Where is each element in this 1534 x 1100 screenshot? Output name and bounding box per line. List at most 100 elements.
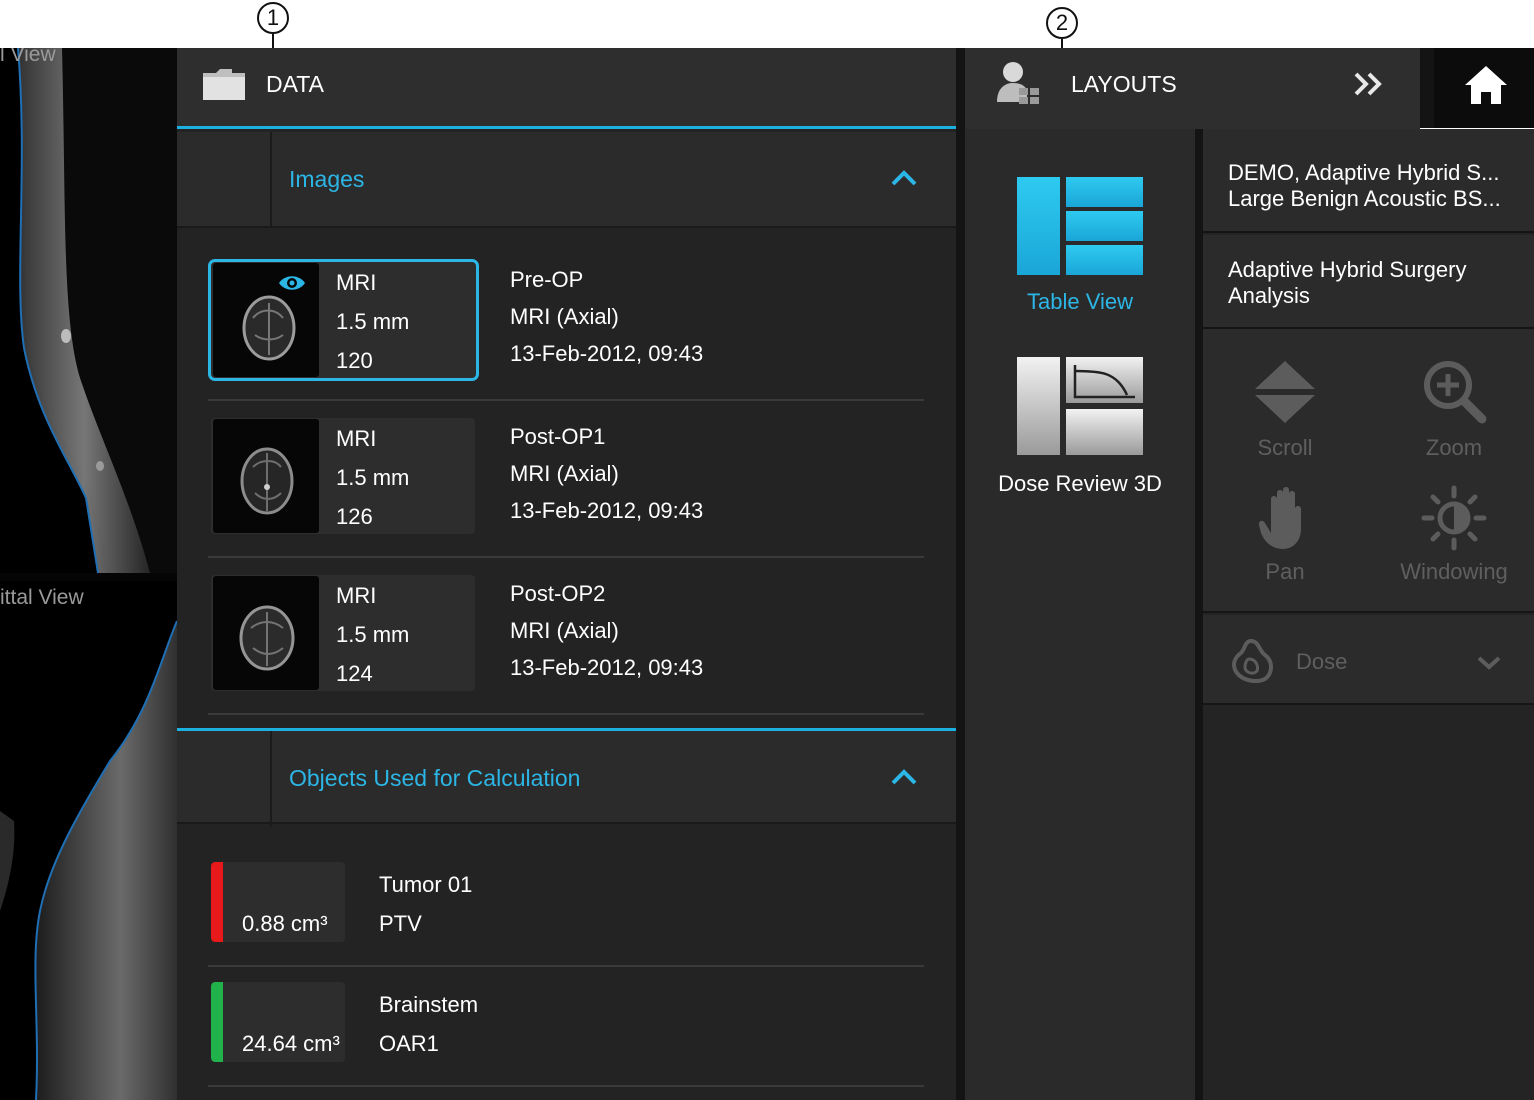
image-meta: MRI 1.5 mm 126 bbox=[336, 419, 409, 536]
windowing-tool[interactable]: Windowing bbox=[1374, 485, 1534, 595]
layout-label: Dose Review 3D bbox=[998, 471, 1162, 496]
analysis-title-line1: Adaptive Hybrid Surgery bbox=[1228, 257, 1467, 282]
object-volume: 24.64 cm³ bbox=[242, 1031, 340, 1056]
image-datetime: 13-Feb-2012, 09:43 bbox=[510, 341, 704, 366]
image-name: Pre-OP bbox=[510, 267, 584, 292]
eye-icon[interactable] bbox=[277, 272, 307, 294]
viewport-top-label: l View bbox=[0, 48, 56, 66]
header-gap bbox=[1420, 48, 1434, 128]
viewport-bottom[interactable]: ittal View bbox=[0, 581, 177, 1100]
image-series: MRI (Axial) bbox=[510, 618, 619, 643]
object-name: Brainstem bbox=[379, 992, 479, 1017]
image-name: Post-OP1 bbox=[510, 424, 606, 449]
windowing-sun-icon bbox=[1421, 485, 1487, 551]
double-chevron-right-icon[interactable] bbox=[1352, 70, 1386, 98]
zoom-label: Zoom bbox=[1425, 435, 1483, 460]
chevron-up-icon[interactable] bbox=[890, 767, 918, 787]
image-card[interactable]: MRI 1.5 mm 126 bbox=[211, 418, 475, 534]
chevron-up-icon[interactable] bbox=[890, 168, 918, 188]
brain-thumbnail bbox=[213, 263, 319, 377]
slice-count-text: 120 bbox=[336, 348, 373, 373]
object-description: Brainstem OAR1 bbox=[379, 985, 478, 1063]
images-section-title: Images bbox=[289, 166, 365, 192]
slice-thickness-text: 1.5 mm bbox=[336, 465, 410, 490]
pan-label: Pan bbox=[1265, 559, 1305, 584]
layouts-user-icon bbox=[997, 62, 1039, 104]
object-card[interactable]: 24.64 cm³ bbox=[211, 982, 345, 1062]
patient-case: Large Benign Acoustic BS... bbox=[1228, 186, 1501, 211]
dose-dropdown[interactable]: Dose bbox=[1203, 615, 1534, 705]
layouts-panel-header: LAYOUTS bbox=[965, 48, 1420, 129]
object-color-indicator bbox=[211, 982, 223, 1062]
layout-table-view[interactable]: Table View bbox=[965, 129, 1195, 329]
home-icon bbox=[1465, 66, 1507, 104]
scroll-tool[interactable]: Scroll bbox=[1205, 359, 1365, 469]
image-card-selected[interactable]: MRI 1.5 mm 120 bbox=[208, 259, 479, 381]
image-meta: MRI 1.5 mm 120 bbox=[336, 263, 409, 380]
callout-1: 1 bbox=[257, 2, 289, 34]
pan-hand-icon bbox=[1258, 487, 1301, 549]
modality-text: MRI bbox=[336, 270, 377, 295]
images-section-header[interactable]: Images bbox=[177, 132, 956, 228]
object-name: Tumor 01 bbox=[379, 872, 473, 897]
mri-sagittal-image bbox=[0, 620, 177, 1100]
home-button[interactable] bbox=[1434, 48, 1534, 128]
image-list-item[interactable]: MRI 1.5 mm 124 Post-OP2 MRI (Axial) 13-F… bbox=[208, 558, 924, 715]
modality-text: MRI bbox=[336, 426, 377, 451]
zoom-tool[interactable]: Zoom bbox=[1374, 359, 1534, 469]
objects-section-title: Objects Used for Calculation bbox=[289, 765, 581, 791]
dose-shape-icon bbox=[1232, 638, 1273, 683]
panel-divider bbox=[956, 48, 965, 1100]
image-description: Post-OP1 MRI (Axial) 13-Feb-2012, 09:43 bbox=[510, 418, 703, 529]
image-description: Post-OP2 MRI (Axial) 13-Feb-2012, 09:43 bbox=[510, 575, 703, 686]
objects-section-header[interactable]: Objects Used for Calculation bbox=[177, 728, 956, 827]
image-series: MRI (Axial) bbox=[510, 461, 619, 486]
image-card[interactable]: MRI 1.5 mm 124 bbox=[211, 575, 475, 691]
layout-dose-review-3d[interactable]: Dose Review 3D bbox=[965, 349, 1195, 509]
dose-review-layout-icon bbox=[1017, 357, 1143, 455]
zoom-in-icon bbox=[1424, 361, 1487, 424]
object-type: PTV bbox=[379, 911, 422, 936]
object-card[interactable]: 0.88 cm³ bbox=[211, 862, 345, 942]
modality-text: MRI bbox=[336, 583, 377, 608]
folder-icon bbox=[203, 69, 245, 100]
image-meta: MRI 1.5 mm 124 bbox=[336, 576, 409, 693]
viewport-top[interactable]: l View bbox=[0, 48, 177, 573]
data-panel: DATA Images MRI 1.5 mm 120 Pre-OP MRI (A… bbox=[177, 48, 956, 1100]
dose-label: Dose bbox=[1296, 649, 1348, 674]
context-panel: DEMO, Adaptive Hybrid S... Large Benign … bbox=[1203, 129, 1534, 1100]
column-gap bbox=[1195, 129, 1203, 1100]
callout-strip: 1 2 bbox=[0, 0, 1534, 79]
callout-2: 2 bbox=[1046, 7, 1078, 39]
brain-thumbnail bbox=[213, 419, 319, 533]
mri-slice-image bbox=[17, 48, 177, 573]
object-type: OAR1 bbox=[379, 1031, 439, 1056]
image-viewer[interactable]: l View ittal View bbox=[0, 48, 177, 1100]
section-gutter bbox=[177, 132, 272, 228]
image-list-item[interactable]: MRI 1.5 mm 126 Post-OP1 MRI (Axial) 13-F… bbox=[208, 401, 924, 558]
table-view-layout-icon bbox=[1017, 177, 1143, 275]
scroll-icon bbox=[1255, 361, 1315, 423]
image-name: Post-OP2 bbox=[510, 581, 606, 606]
slice-thickness-text: 1.5 mm bbox=[336, 309, 410, 334]
layout-label: Table View bbox=[1027, 289, 1133, 314]
object-description: Tumor 01 PTV bbox=[379, 865, 472, 943]
image-datetime: 13-Feb-2012, 09:43 bbox=[510, 655, 704, 680]
object-color-indicator bbox=[211, 862, 223, 942]
layouts-list: Table View Dose Review 3D bbox=[965, 129, 1195, 1100]
analysis-title-line2: Analysis bbox=[1228, 283, 1310, 308]
analysis-info[interactable]: Adaptive Hybrid Surgery Analysis bbox=[1203, 235, 1534, 329]
pan-tool[interactable]: Pan bbox=[1205, 485, 1365, 595]
tools-panel: Scroll Zoom Pan Windowing bbox=[1203, 329, 1534, 613]
object-volume: 0.88 cm³ bbox=[242, 911, 328, 936]
scroll-label: Scroll bbox=[1257, 435, 1313, 460]
data-panel-header: DATA bbox=[177, 48, 956, 129]
image-datetime: 13-Feb-2012, 09:43 bbox=[510, 498, 704, 523]
object-list-item[interactable]: 0.88 cm³ Tumor 01 PTV bbox=[208, 847, 924, 967]
chevron-down-icon bbox=[1477, 656, 1501, 670]
object-list-item[interactable]: 24.64 cm³ Brainstem OAR1 bbox=[208, 967, 924, 1087]
slice-thickness-text: 1.5 mm bbox=[336, 622, 410, 647]
section-gutter bbox=[177, 731, 272, 827]
image-list-item[interactable]: MRI 1.5 mm 120 Pre-OP MRI (Axial) 13-Feb… bbox=[208, 244, 924, 401]
patient-info[interactable]: DEMO, Adaptive Hybrid S... Large Benign … bbox=[1203, 129, 1534, 233]
